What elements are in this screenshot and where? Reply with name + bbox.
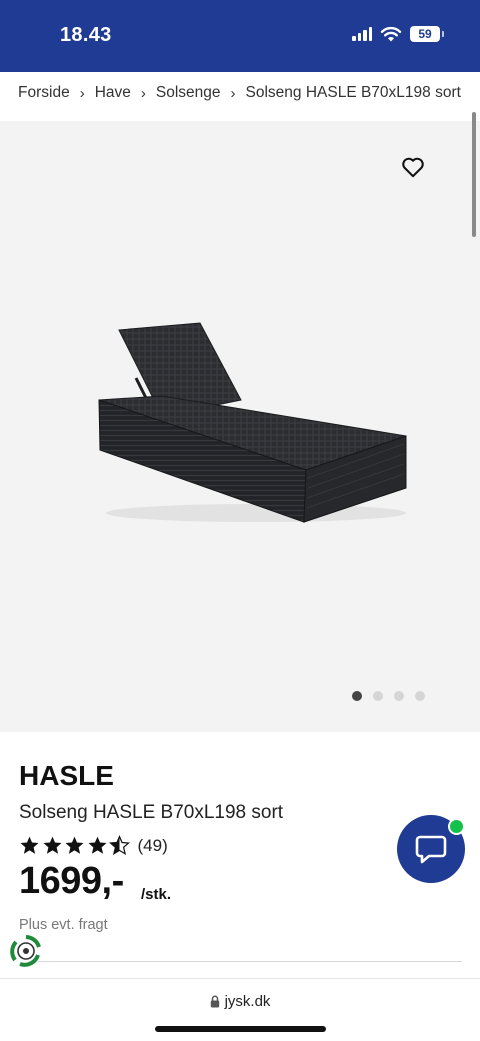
wishlist-button[interactable] <box>400 154 426 180</box>
breadcrumb-item-solsenge[interactable]: Solsenge <box>156 84 221 102</box>
chat-bubble-icon <box>415 835 447 864</box>
breadcrumb-item-have[interactable]: Have <box>95 84 131 102</box>
status-bar: 18.43 59 <box>0 0 480 72</box>
star-filled-icon <box>20 836 39 854</box>
chevron-right-icon: › <box>79 84 85 102</box>
browser-url-bar[interactable]: jysk.dk <box>0 978 480 1041</box>
battery-icon: 59 <box>410 26 444 42</box>
lock-icon <box>210 995 219 1008</box>
price-unit: /stk. <box>141 886 172 903</box>
gallery-dot[interactable] <box>415 691 425 701</box>
star-half-icon <box>109 835 130 855</box>
breadcrumb-item-forside[interactable]: Forside <box>18 84 70 102</box>
chevron-right-icon: › <box>140 84 146 102</box>
star-filled-icon <box>42 836 62 854</box>
divider <box>20 961 462 962</box>
chat-online-indicator <box>448 818 465 835</box>
signal-icon <box>352 27 372 41</box>
shipping-note: Plus evt. fragt <box>19 917 108 933</box>
heart-outline-icon <box>402 157 424 178</box>
product-price: 1699,- <box>19 860 124 902</box>
product-name: Solseng HASLE B70xL198 sort <box>19 802 284 823</box>
gallery-pagination <box>352 691 425 701</box>
chevron-right-icon: › <box>230 84 236 102</box>
page-scrollbar[interactable] <box>472 112 476 237</box>
star-filled-icon <box>65 836 84 854</box>
wifi-icon <box>380 26 402 42</box>
breadcrumb-item-current: Solseng HASLE B70xL198 sort <box>245 84 461 101</box>
eco-recycle-icon[interactable] <box>8 933 44 969</box>
product-rating[interactable]: (49) <box>19 835 168 856</box>
status-icons: 59 <box>352 26 444 42</box>
gallery-dot[interactable] <box>394 691 404 701</box>
gallery-dot[interactable] <box>352 691 362 701</box>
review-count[interactable]: (49) <box>138 836 168 856</box>
product-brand: HASLE <box>19 760 114 791</box>
star-filled-icon <box>87 836 107 854</box>
url-text: jysk.dk <box>224 993 271 1010</box>
gallery-dot[interactable] <box>373 691 383 701</box>
breadcrumb: Forside › Have › Solsenge › Solseng HASL… <box>18 84 461 102</box>
product-image[interactable] <box>76 318 412 533</box>
home-indicator[interactable] <box>155 1026 326 1032</box>
url-display[interactable]: jysk.dk <box>0 993 480 1010</box>
status-time: 18.43 <box>60 24 112 46</box>
